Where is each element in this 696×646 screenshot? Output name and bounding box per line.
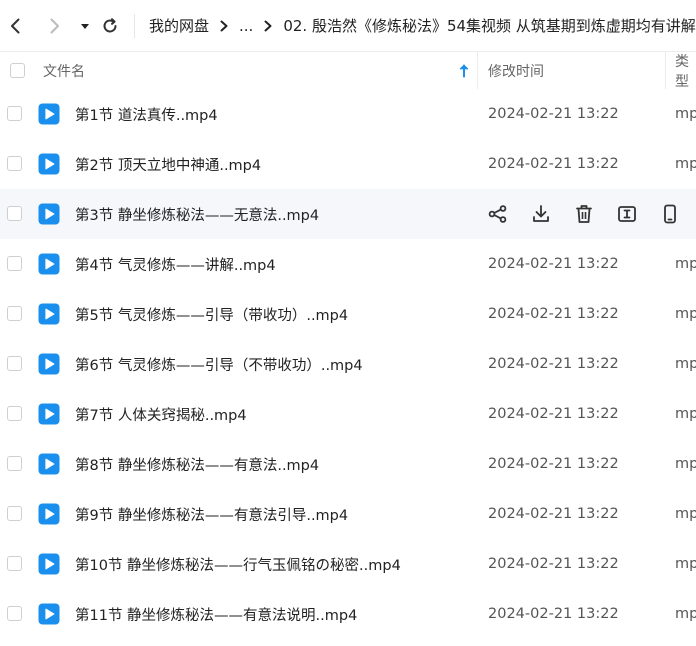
history-dropdown-button[interactable] [71, 12, 99, 40]
file-modified-time: 2024-02-21 13:22 [488, 506, 619, 522]
sort-ascending-icon[interactable] [458, 52, 470, 89]
column-resizer[interactable] [665, 52, 666, 89]
top-navigation-bar: 我的网盘 ... 02. 殷浩然《修炼秘法》54集视频 从筑基期到炼虚期均有讲解 [0, 0, 696, 51]
file-type: mp [675, 606, 696, 622]
file-name[interactable]: 第3节 静坐修炼秘法——无意法..mp4 [75, 189, 319, 239]
row-checkbox[interactable] [7, 206, 22, 221]
file-type: mp [675, 506, 696, 522]
select-all-cell [10, 52, 25, 89]
share-icon[interactable] [487, 203, 509, 225]
video-file-icon [38, 603, 60, 625]
file-row[interactable]: 第5节 气灵修炼——引导（带收功）..mp4 2024-02-21 13:22 mp [0, 289, 696, 339]
select-all-checkbox[interactable] [10, 63, 25, 78]
caret-down-icon [81, 24, 89, 29]
file-type: mp [675, 556, 696, 572]
row-checkbox[interactable] [7, 506, 22, 521]
file-row[interactable]: 第11节 静坐修炼秘法——有意法说明..mp4 2024-02-21 13:22 m… [0, 589, 696, 639]
back-button[interactable] [2, 12, 30, 40]
file-modified-time: 2024-02-21 13:22 [488, 106, 619, 122]
file-row[interactable]: 第10节 静坐修炼秘法——行气玉佩铭の秘密..mp4 2024-02-21 13:… [0, 539, 696, 589]
file-type: mp [675, 256, 696, 272]
file-type: mp [675, 156, 696, 172]
video-file-icon [38, 203, 60, 225]
file-row[interactable]: 第3节 静坐修炼秘法——无意法..mp4 [0, 189, 696, 239]
video-file-icon [38, 353, 60, 375]
breadcrumb-ellipsis[interactable]: ... [239, 17, 253, 35]
breadcrumb-separator-icon [263, 20, 273, 32]
file-type: mp [675, 406, 696, 422]
row-checkbox[interactable] [7, 156, 22, 171]
file-modified-time: 2024-02-21 13:22 [488, 456, 619, 472]
file-name[interactable]: 第6节 气灵修炼——引导（不带收功）..mp4 [75, 339, 363, 389]
row-checkbox[interactable] [7, 406, 22, 421]
file-name[interactable]: 第8节 静坐修炼秘法——有意法..mp4 [75, 439, 319, 489]
row-checkbox[interactable] [7, 106, 22, 121]
video-file-icon [38, 303, 60, 325]
file-name[interactable]: 第5节 气灵修炼——引导（带收功）..mp4 [75, 289, 348, 339]
file-name[interactable]: 第11节 静坐修炼秘法——有意法说明..mp4 [75, 589, 357, 639]
file-name[interactable]: 第7节 人体关窍揭秘..mp4 [75, 389, 247, 439]
row-checkbox[interactable] [7, 556, 22, 571]
breadcrumb-root[interactable]: 我的网盘 [149, 15, 209, 36]
file-name[interactable]: 第9节 静坐修炼秘法——有意法引导..mp4 [75, 489, 348, 539]
refresh-button[interactable] [96, 12, 124, 40]
breadcrumb-current-folder: 02. 殷浩然《修炼秘法》54集视频 从筑基期到炼虚期均有讲解 [283, 17, 696, 35]
row-checkbox[interactable] [7, 606, 22, 621]
file-name[interactable]: 第4节 气灵修炼——讲解..mp4 [75, 239, 276, 289]
column-resizer[interactable] [477, 52, 478, 89]
row-checkbox[interactable] [7, 356, 22, 371]
file-name[interactable]: 第2节 顶天立地中神通..mp4 [75, 139, 261, 189]
file-modified-time: 2024-02-21 13:22 [488, 556, 619, 572]
file-name[interactable]: 第10节 静坐修炼秘法——行气玉佩铭の秘密..mp4 [75, 539, 401, 589]
header-filename[interactable]: 文件名 [43, 52, 85, 89]
breadcrumb: 我的网盘 ... 02. 殷浩然《修炼秘法》54集视频 从筑基期到炼虚期均有讲解 [149, 0, 696, 51]
file-row[interactable]: 第7节 人体关窍揭秘..mp4 2024-02-21 13:22 mp [0, 389, 696, 439]
file-modified-time: 2024-02-21 13:22 [488, 606, 619, 622]
delete-icon[interactable] [573, 203, 595, 225]
file-row[interactable]: 第9节 静坐修炼秘法——有意法引导..mp4 2024-02-21 13:22 mp [0, 489, 696, 539]
file-modified-time: 2024-02-21 13:22 [488, 406, 619, 422]
video-file-icon [38, 153, 60, 175]
row-actions [487, 203, 696, 225]
header-type[interactable]: 类型 [675, 52, 696, 90]
row-checkbox[interactable] [7, 456, 22, 471]
row-checkbox[interactable] [7, 256, 22, 271]
video-file-icon [38, 503, 60, 525]
file-type: mp [675, 306, 696, 322]
mobile-icon[interactable] [659, 203, 681, 225]
file-type: mp [675, 456, 696, 472]
chevron-right-icon [50, 18, 59, 34]
video-file-icon [38, 453, 60, 475]
header-modified-time[interactable]: 修改时间 [488, 52, 544, 89]
file-modified-time: 2024-02-21 13:22 [488, 306, 619, 322]
file-type: mp [675, 356, 696, 372]
chevron-left-icon [11, 18, 20, 34]
rename-icon[interactable] [616, 203, 638, 225]
forward-button[interactable] [40, 12, 68, 40]
file-row[interactable]: 第4节 气灵修炼——讲解..mp4 2024-02-21 13:22 mp [0, 239, 696, 289]
video-file-icon [38, 403, 60, 425]
file-row[interactable]: 第2节 顶天立地中神通..mp4 2024-02-21 13:22 mp [0, 139, 696, 189]
file-row[interactable]: 第8节 静坐修炼秘法——有意法..mp4 2024-02-21 13:22 mp [0, 439, 696, 489]
file-modified-time: 2024-02-21 13:22 [488, 156, 619, 172]
file-modified-time: 2024-02-21 13:22 [488, 356, 619, 372]
file-type: mp [675, 106, 696, 122]
breadcrumb-separator-icon [219, 20, 229, 32]
file-table-header: 文件名 修改时间 类型 [0, 52, 696, 90]
video-file-icon [38, 103, 60, 125]
refresh-icon [103, 18, 117, 33]
file-name[interactable]: 第1节 道法真传..mp4 [75, 89, 218, 139]
file-row[interactable]: 第1节 道法真传..mp4 2024-02-21 13:22 mp [0, 89, 696, 139]
download-icon[interactable] [530, 203, 552, 225]
toolbar-divider [134, 14, 135, 38]
video-file-icon [38, 553, 60, 575]
file-modified-time: 2024-02-21 13:22 [488, 256, 619, 272]
row-checkbox[interactable] [7, 306, 22, 321]
file-row[interactable]: 第6节 气灵修炼——引导（不带收功）..mp4 2024-02-21 13:22 m… [0, 339, 696, 389]
video-file-icon [38, 253, 60, 275]
